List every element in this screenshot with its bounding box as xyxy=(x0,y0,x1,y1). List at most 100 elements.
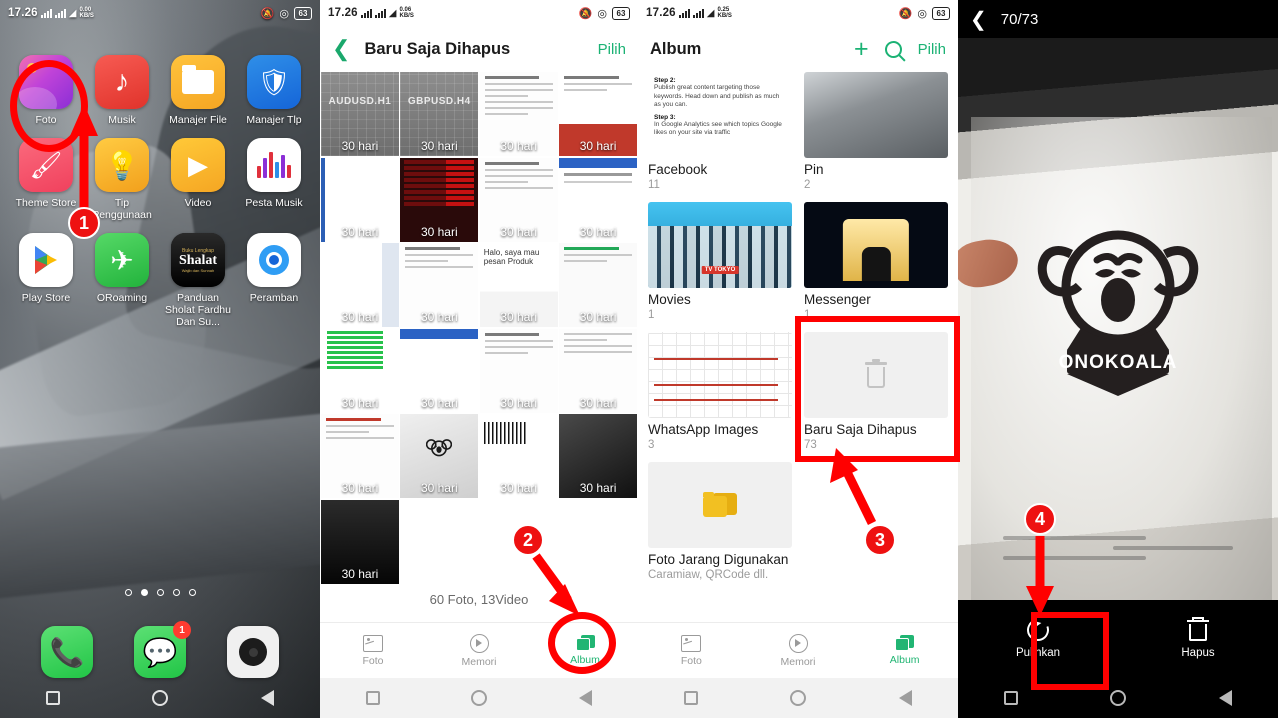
tab-album[interactable]: Album xyxy=(532,635,638,666)
photo-thumb[interactable]: 30 hari xyxy=(321,243,399,327)
app-musik[interactable]: ♪ Musik xyxy=(84,55,160,126)
app-play-store[interactable]: Play Store xyxy=(8,233,84,328)
photo-thumb[interactable]: 30 hari xyxy=(559,72,637,156)
photo-thumb[interactable]: 30 hari xyxy=(321,414,399,498)
photo-counter: 70/73 xyxy=(1000,10,1039,28)
koala-logo-icon: ONOKOALA xyxy=(1037,230,1199,397)
page-title: Album xyxy=(650,39,702,58)
app-label: Manajer Tlp xyxy=(246,114,302,126)
back-icon[interactable] xyxy=(898,690,912,706)
tab-foto[interactable]: Foto xyxy=(638,634,745,667)
album-item-messenger[interactable]: Messenger 1 xyxy=(804,202,948,322)
browser-icon xyxy=(247,233,301,287)
mute-icon: 🔕 xyxy=(898,7,913,20)
album-count: 1 xyxy=(804,309,811,321)
app-theme-store[interactable]: 🖌 Theme Store xyxy=(8,138,84,221)
app-label: Play Store xyxy=(21,292,71,304)
android-nav-bar-deleted xyxy=(320,678,638,718)
select-button[interactable]: Pilih xyxy=(598,41,626,58)
app-foto[interactable]: Foto xyxy=(8,55,84,126)
tab-memori[interactable]: Memori xyxy=(426,633,532,668)
photo-thumb[interactable]: 30 hari xyxy=(559,157,637,242)
bottom-tab-bar-album: Foto Memori Album xyxy=(638,622,958,678)
app-video[interactable]: ▶ Video xyxy=(160,138,236,221)
app-bar-deleted: ❮ Baru Saja Dihapus Pilih xyxy=(320,26,638,72)
album-thumbnail xyxy=(804,332,948,418)
app-manajer-tlp[interactable]: 🛡 Manajer Tlp xyxy=(236,55,312,126)
back-icon[interactable] xyxy=(260,690,274,706)
photo-thumb[interactable]: 30 hari xyxy=(321,328,399,413)
status-time: 17.26 xyxy=(328,7,358,19)
cover-main-text: Shalat xyxy=(178,252,218,268)
app-tip-penggunaan[interactable]: 💡 Tip Penggunaan xyxy=(84,138,160,221)
app-oroaming[interactable]: ✈ ORoaming xyxy=(84,233,160,328)
signal-bars-icon xyxy=(360,8,372,18)
trash-icon xyxy=(865,359,887,388)
album-item-baru-saja-dihapus[interactable]: Baru Saja Dihapus 73 xyxy=(804,332,948,452)
back-icon[interactable] xyxy=(1218,690,1232,706)
photo-thumb[interactable]: 30 hari xyxy=(559,243,637,327)
message-icon[interactable]: 💬 1 xyxy=(134,621,191,678)
dnd-icon: ◎ xyxy=(279,7,289,20)
photo-thumb[interactable]: 30 hari xyxy=(479,328,558,413)
photo-view[interactable]: ONOKOALA xyxy=(958,38,1278,600)
app-manajer-file[interactable]: Manajer File xyxy=(160,55,236,126)
recents-icon[interactable] xyxy=(365,691,380,705)
home-icon[interactable] xyxy=(471,690,488,706)
album-tab-icon xyxy=(575,635,595,651)
app-label: Foto xyxy=(35,114,57,126)
tab-album[interactable]: Album xyxy=(851,635,958,666)
chevron-left-icon[interactable]: ❮ xyxy=(970,7,987,32)
media-count-label: 60 Foto, 13Video xyxy=(429,592,529,607)
app-pesta-musik[interactable]: Pesta Musik xyxy=(236,138,312,221)
viewer-top-bar: ❮ 70/73 xyxy=(958,0,1278,38)
photo-thumb[interactable]: 30 hari xyxy=(479,72,558,156)
phone-icon[interactable]: 📞 xyxy=(41,626,93,678)
back-icon[interactable] xyxy=(579,690,593,706)
photo-thumb[interactable]: 30 hari xyxy=(400,414,479,498)
app-panduan-sholat[interactable]: Buku Lengkap Shalat Wajib dan Sunnah Pan… xyxy=(160,233,236,328)
album-item-facebook[interactable]: Step 2: Publish great content targeting … xyxy=(648,72,792,192)
photo-thumb[interactable]: 30 hari xyxy=(400,157,479,242)
photo-thumb[interactable]: 30 hari xyxy=(400,243,479,327)
hapus-button[interactable]: Hapus xyxy=(1118,616,1278,659)
camera-icon[interactable] xyxy=(227,626,279,678)
photo-thumb[interactable]: GBPUSD.H4 30 hari xyxy=(400,72,479,156)
home-icon[interactable] xyxy=(1110,690,1127,706)
shield-bolt-icon: 🛡 xyxy=(247,55,301,109)
photo-thumb[interactable]: 30 hari xyxy=(400,328,479,413)
photo-thumb[interactable]: 30 hari xyxy=(479,414,558,498)
plus-icon[interactable]: + xyxy=(854,36,869,62)
photo-thumb[interactable]: 30 hari xyxy=(559,414,637,498)
trash-icon xyxy=(1187,616,1209,641)
search-icon[interactable] xyxy=(884,40,902,58)
app-peramban[interactable]: Peramban xyxy=(236,233,312,328)
photo-thumb[interactable]: Halo, saya mau pesan Produk 30 hari xyxy=(479,243,558,327)
album-name: Baru Saja Dihapus xyxy=(804,422,917,437)
photo-thumb[interactable]: 30 hari xyxy=(321,499,399,584)
recents-icon[interactable] xyxy=(1004,691,1019,705)
home-icon[interactable] xyxy=(152,690,169,706)
album-item-foto-jarang-digunakan[interactable]: Foto Jarang Digunakan Caramiaw, QRCode d… xyxy=(648,462,792,582)
mute-icon: 🔕 xyxy=(260,7,275,20)
photo-tab-icon xyxy=(363,634,383,652)
home-icon[interactable] xyxy=(790,690,807,706)
tab-memori[interactable]: Memori xyxy=(745,633,852,668)
recents-icon[interactable] xyxy=(684,691,699,705)
album-item-pin[interactable]: Pin 2 xyxy=(804,72,948,192)
album-item-whatsapp-images[interactable]: WhatsApp Images 3 xyxy=(648,332,792,452)
photo-thumb[interactable]: 30 hari xyxy=(321,157,399,242)
album-item-movies[interactable]: TV TOKYO Movies 1 xyxy=(648,202,792,322)
pulihkan-button[interactable]: Pulihkan xyxy=(958,615,1118,659)
recents-icon[interactable] xyxy=(46,691,61,705)
app-label: Theme Store xyxy=(15,197,77,209)
photo-thumb[interactable]: 30 hari xyxy=(479,157,558,242)
album-thumbnail xyxy=(804,72,948,158)
tab-foto[interactable]: Foto xyxy=(320,634,426,667)
chevron-left-icon[interactable]: ❮ xyxy=(332,38,350,60)
lightbulb-icon: 💡 xyxy=(95,138,149,192)
photo-thumb[interactable]: 30 hari xyxy=(559,328,637,413)
photo-thumb[interactable]: AUDUSD.H1 30 hari xyxy=(321,72,399,156)
album-name: Messenger xyxy=(804,292,871,307)
select-button[interactable]: Pilih xyxy=(918,41,946,58)
